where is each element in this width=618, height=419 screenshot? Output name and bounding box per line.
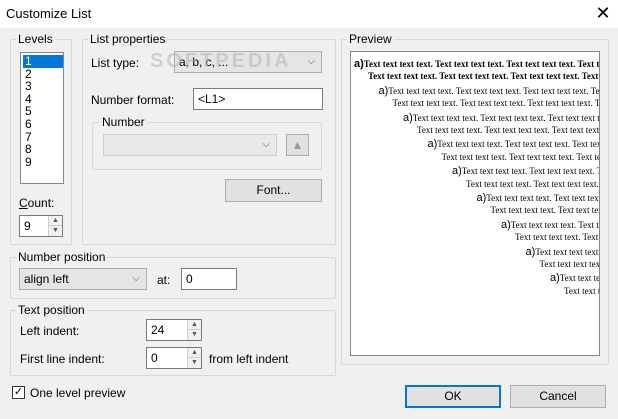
number-format-label: Number format: [91,93,175,107]
chevron-down-icon: ⌵ [132,273,140,284]
left-indent-spinner[interactable]: 24 ▲ ▼ [146,319,202,341]
preview-line: a)Text text text text. Text text text te… [525,245,600,258]
number-symbol-button[interactable]: ▲ [286,134,309,156]
preview-marker: a) [501,218,511,231]
number-format-input[interactable]: <L1> [193,88,323,110]
chevron-down-icon: ⌵ [262,139,270,150]
font-button[interactable]: Font... [225,179,322,202]
preview-marker: a) [403,111,413,124]
preview-text: Text text text text. Text text text text… [412,112,600,123]
chevron-down-icon: ⌵ [307,56,315,67]
preview-marker: a) [525,245,536,258]
preview-line: a)Text text text text. Text text text te… [403,111,600,124]
preview-text: Text text text text. Text text text text… [388,85,600,96]
preview-line: a)Text text text text. Text text text te… [354,58,600,70]
preview-line: Text text text text. Text text text text… [490,205,600,216]
cancel-button[interactable]: Cancel [510,385,606,408]
text-position-label: Text position [16,303,87,317]
preview-line: Text text text text. Text text text text… [515,232,599,243]
preview-text: Text text text text. Text text text text… [559,273,600,284]
preview-line: a)Text text text text. Text text text te… [378,84,600,97]
preview-line: Text text text text. Text text text text… [564,285,599,296]
preview-marker: a) [452,165,462,178]
window-title: Customize List [6,6,92,21]
levels-listbox[interactable]: 123456789 [20,52,64,184]
preview-line: Text text text text. Text text text text… [417,125,600,135]
preview-text: Text text text text. Text text text text… [461,166,599,177]
one-level-preview-label: One level preview [30,386,126,400]
preview-text: Text text text text. Text text text text… [535,246,600,257]
preview-text: Text text text text. Text text text text… [437,139,599,150]
left-indent-label: Left indent: [20,324,80,338]
preview-text: Text text text text. Text text text text… [363,59,600,69]
preview-line: Text text text text. Text text text text… [466,178,599,189]
count-label: Count: [19,196,55,210]
list-type-label: List type: [91,56,140,70]
preview-line: a)Text text text text. Text text text te… [452,165,599,178]
align-value: align left [24,272,69,286]
preview-text: Text text text text. Text text text text… [510,219,599,230]
left-indent-spin-buttons[interactable]: ▲ ▼ [187,320,201,340]
title-bar [0,0,618,28]
at-input[interactable]: 0 [181,268,237,290]
preview-marker: a) [378,84,389,97]
at-label: at: [157,273,171,287]
list-properties-label: List properties [88,32,168,46]
first-line-indent-label: First line indent: [20,352,105,366]
count-value: 9 [24,219,31,233]
one-level-preview-checkbox[interactable]: ✓ [12,386,25,399]
count-spinner[interactable]: 9 ▲ ▼ [19,215,63,237]
preview-marker: a) [354,58,364,70]
number-combo[interactable]: ⌵ [103,134,277,156]
preview-line: a)Text text text text. Text text text te… [501,218,599,231]
levels-label: Levels [16,32,55,46]
preview-line: a)Text text text text. Text text text te… [427,138,600,151]
preview-line: Text text text text. Text text text text… [368,71,599,82]
ok-button[interactable]: OK [405,385,501,408]
preview-line: Text text text text. Text text text text… [539,259,600,269]
number-group-label: Number [100,115,147,129]
preview-line: Text text text text. Text text text text… [441,151,600,162]
align-combo[interactable]: align left ⌵ [19,268,147,290]
preview-text: Text text text text. Text text text text… [486,193,600,203]
preview-marker: a) [476,192,487,204]
preview-marker: a) [427,138,438,151]
number-position-label: Number position [16,250,108,264]
first-line-indent-spinner[interactable]: 0 ▲ ▼ [146,347,202,369]
triangle-up-icon: ▲ [291,138,304,152]
close-icon[interactable]: ✕ [592,3,614,25]
from-left-indent-label: from left indent [209,352,289,366]
watermark: SOFTPEDIA [150,50,292,72]
preview-label: Preview [347,32,394,46]
preview-line: a)Text text text text. Text text text te… [476,192,600,204]
preview-line: a)Text text text text. Text text text te… [550,272,600,285]
preview-area: a)Text text text text. Text text text te… [350,51,600,356]
first-line-spin-buttons[interactable]: ▲ ▼ [187,348,201,368]
list-item[interactable]: 9 [23,155,63,169]
preview-marker: a) [550,272,560,285]
count-spin-buttons[interactable]: ▲ ▼ [48,216,62,236]
preview-line: Text text text text. Text text text text… [392,98,600,109]
